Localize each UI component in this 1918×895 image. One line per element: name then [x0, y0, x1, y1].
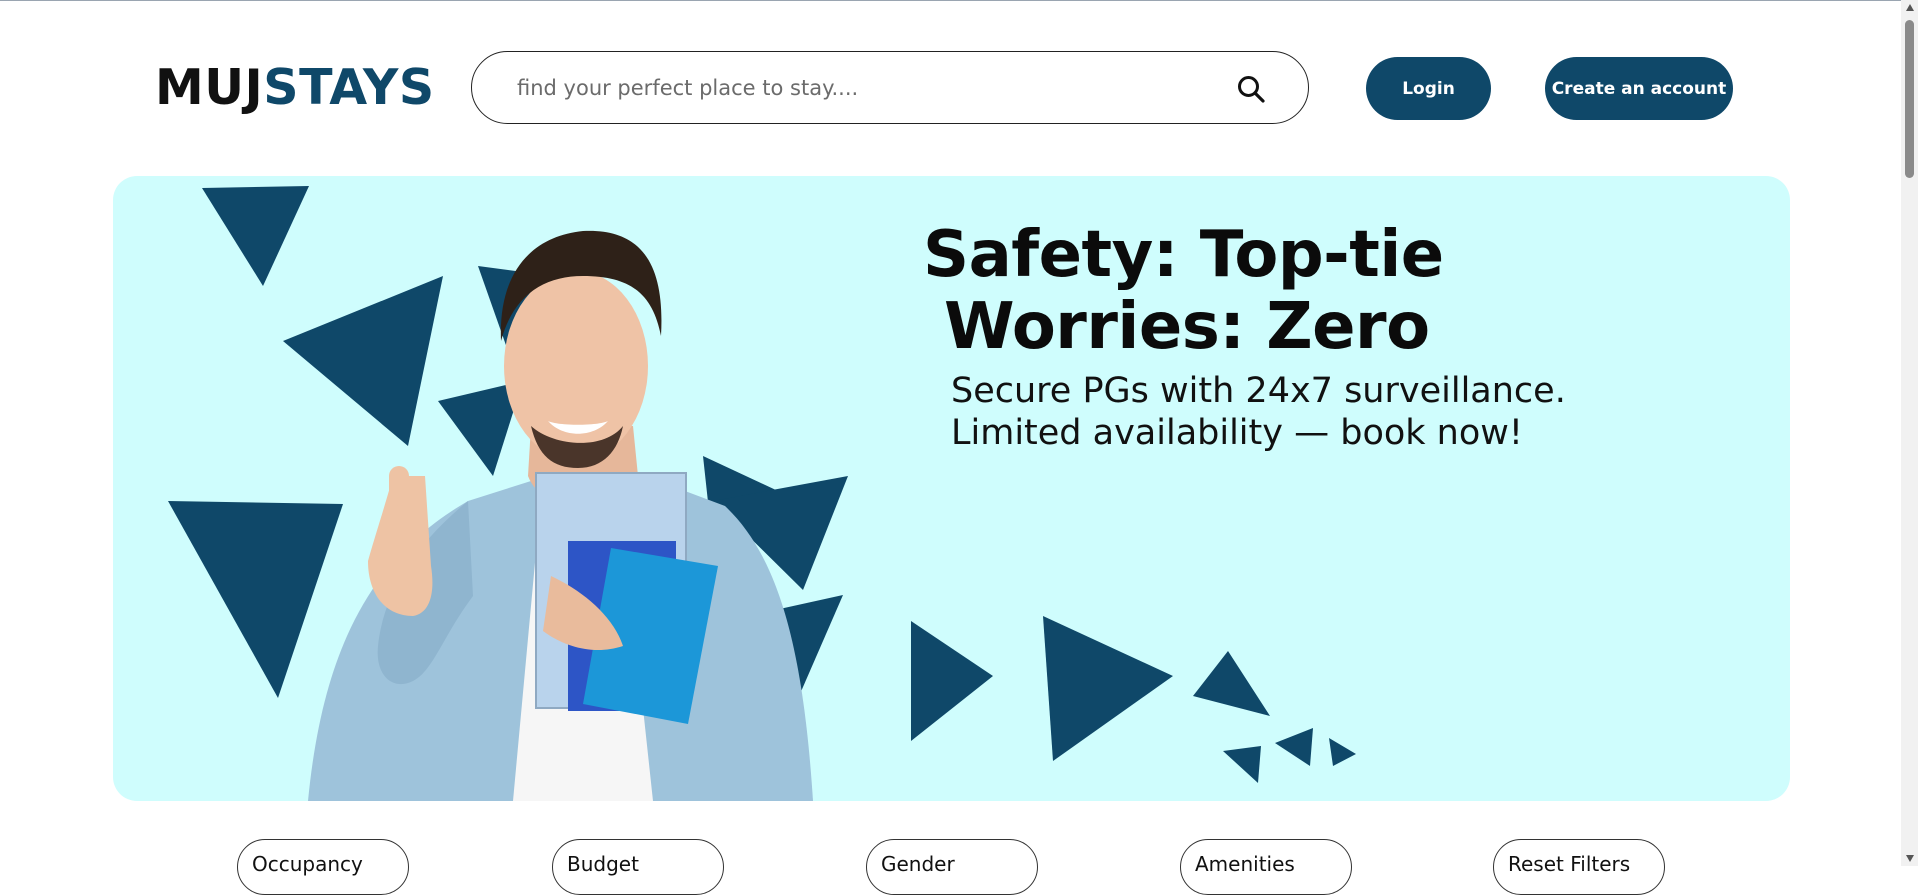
scroll-up-arrow-icon[interactable]	[1906, 4, 1914, 11]
search-bar	[471, 51, 1309, 124]
login-button[interactable]: Login	[1366, 57, 1491, 120]
vertical-scrollbar[interactable]	[1901, 0, 1918, 866]
subline-line-1: Secure PGs with 24x7 surveillance.	[951, 371, 1566, 411]
banner-headline: Safety: Top-tie Worries: Zero	[923, 219, 1444, 363]
filter-occupancy[interactable]: Occupancy	[237, 839, 409, 895]
search-icon[interactable]	[1236, 74, 1266, 104]
scrollbar-thumb[interactable]	[1905, 20, 1914, 178]
banner-subline: Secure PGs with 24x7 surveillance. Limit…	[951, 370, 1566, 454]
headline-line-1: Safety: Top-tie	[923, 218, 1444, 292]
filter-amenities[interactable]: Amenities	[1180, 839, 1352, 895]
logo-text-muj: MUJ	[155, 59, 264, 116]
search-input[interactable]	[515, 74, 1219, 101]
filter-reset[interactable]: Reset Filters	[1493, 839, 1665, 895]
hero-banner[interactable]: Safety: Top-tie Worries: Zero Secure PGs…	[113, 176, 1790, 801]
logo-text-stays: STAYS	[263, 59, 435, 116]
create-account-button[interactable]: Create an account	[1545, 57, 1733, 120]
subline-line-2: Limited availability — book now!	[951, 413, 1523, 453]
headline-line-2: Worries: Zero	[944, 290, 1430, 364]
window-top-border	[0, 0, 1918, 1]
scroll-down-arrow-icon[interactable]	[1906, 855, 1914, 862]
site-logo[interactable]: MUJSTAYS	[155, 58, 435, 118]
filter-budget[interactable]: Budget	[552, 839, 724, 895]
filter-gender[interactable]: Gender	[866, 839, 1038, 895]
